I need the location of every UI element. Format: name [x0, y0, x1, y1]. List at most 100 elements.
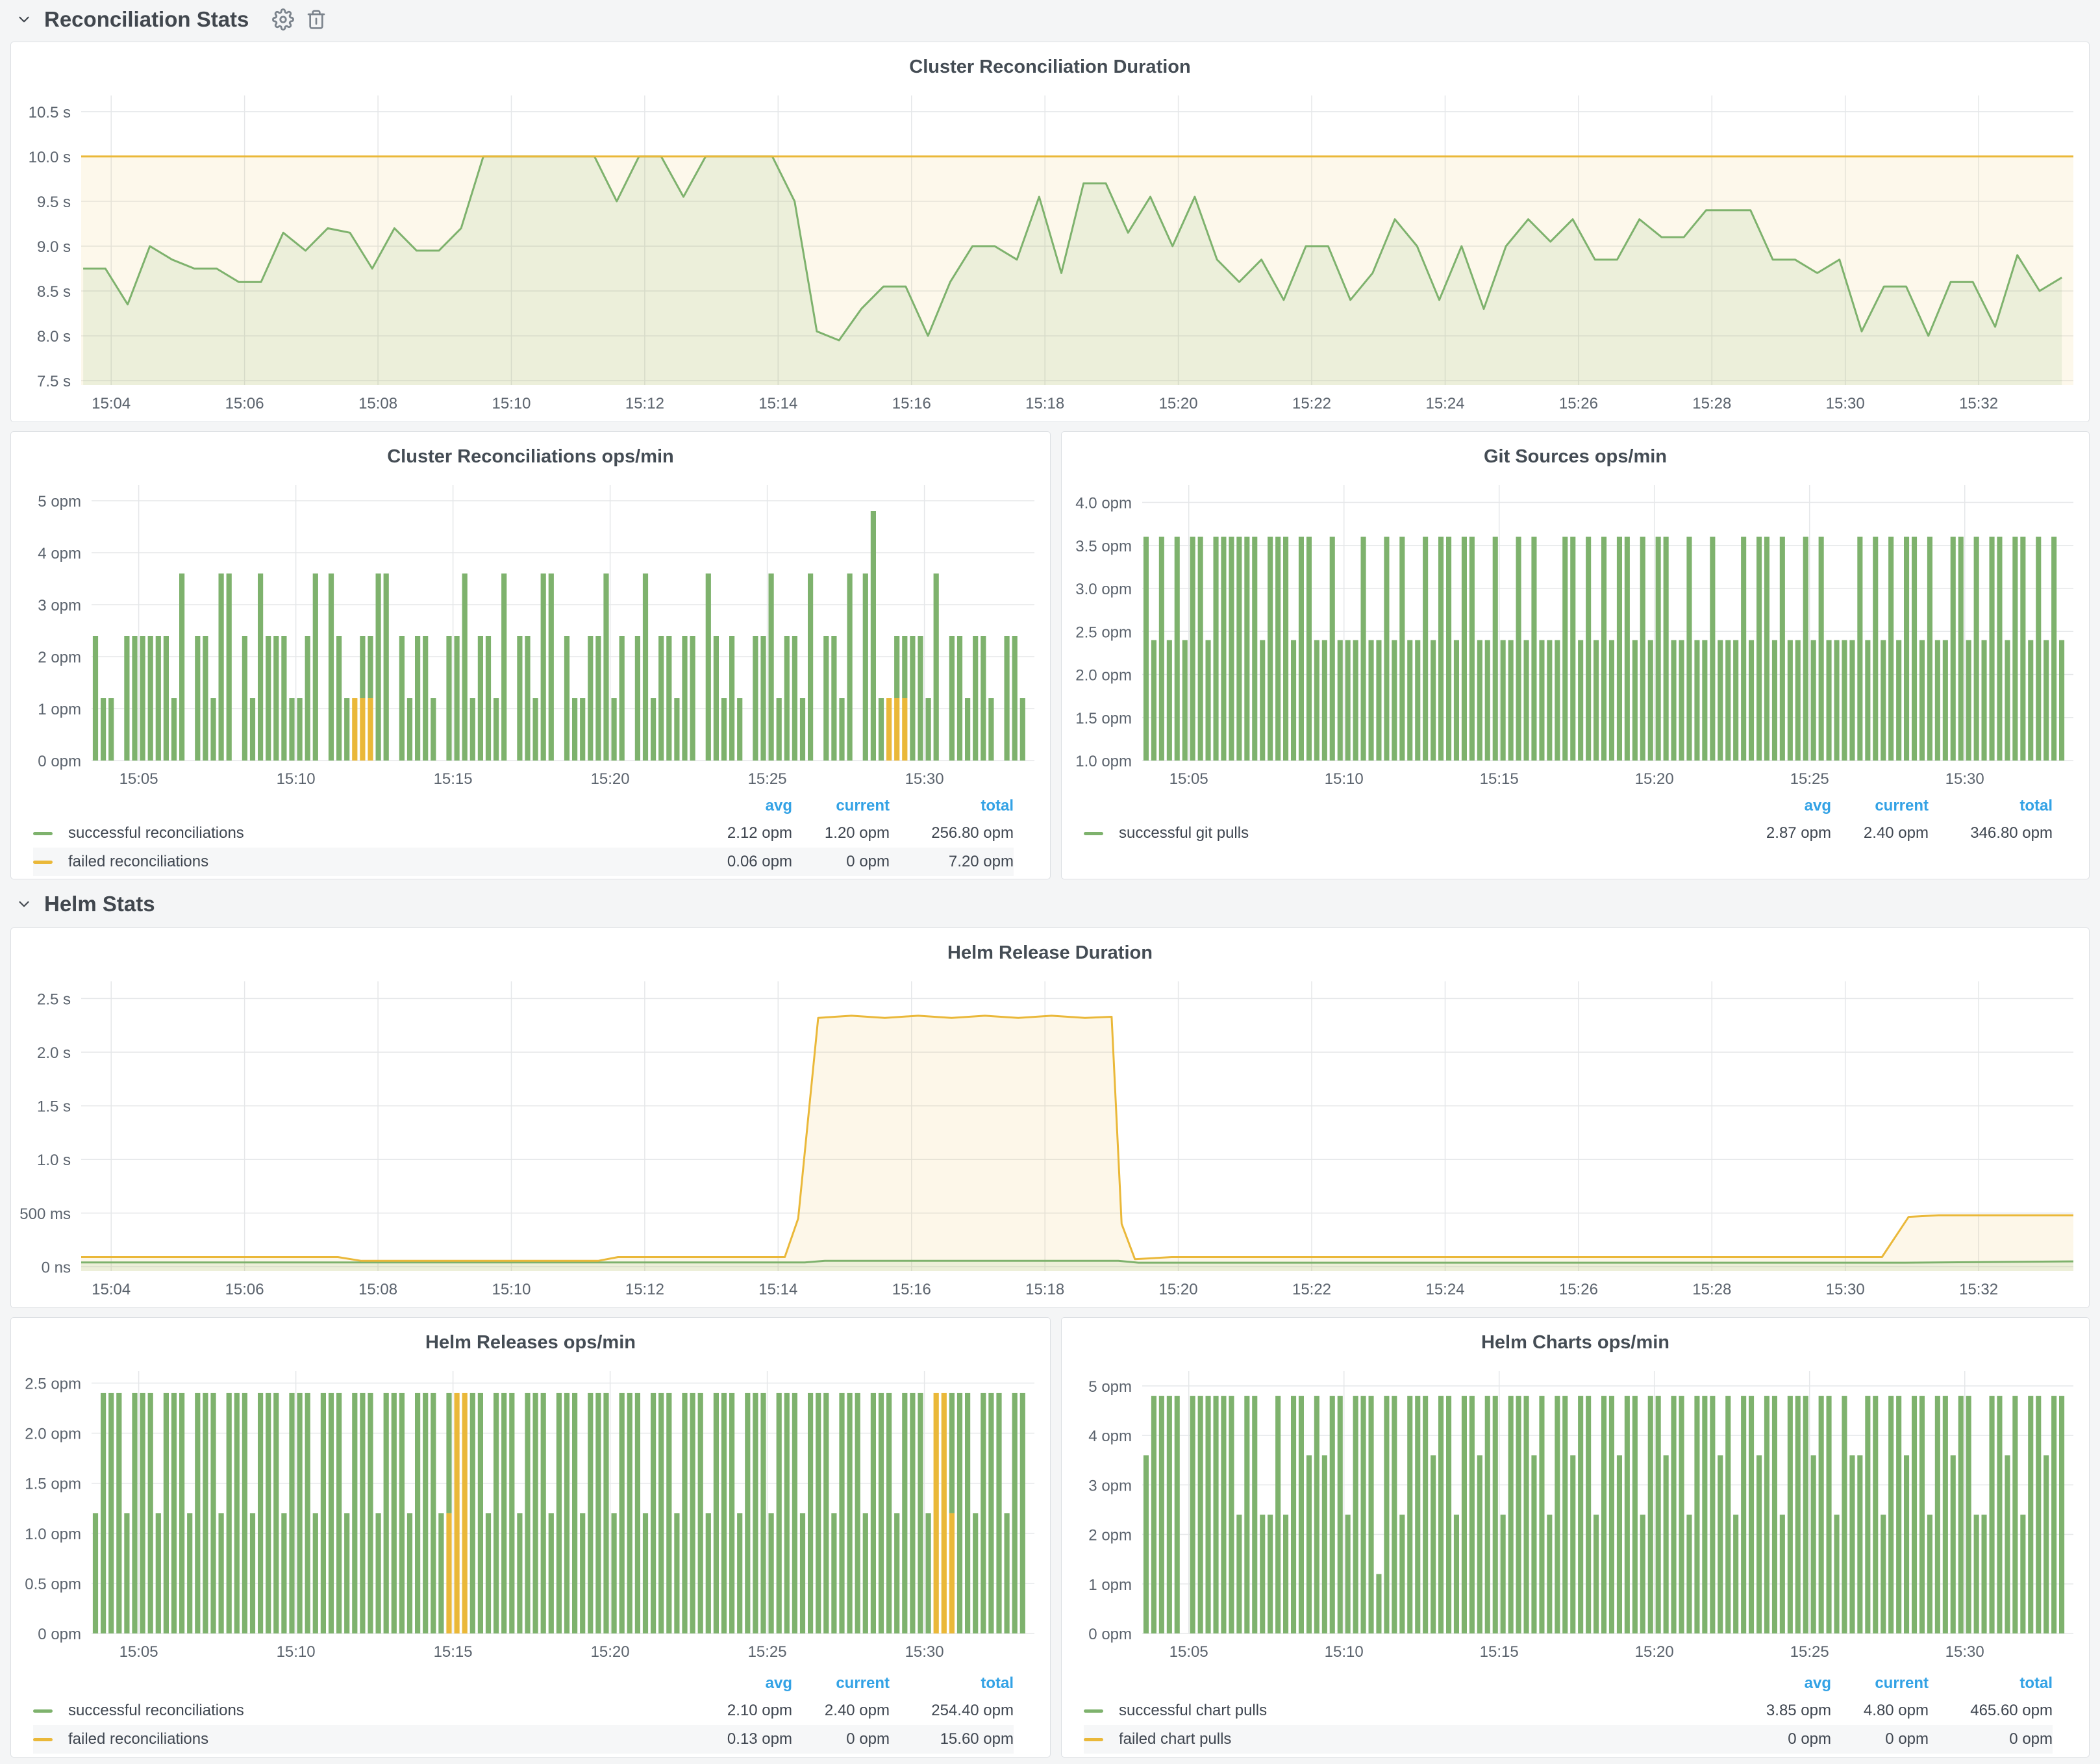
- svg-text:15:20: 15:20: [591, 770, 630, 788]
- helm-release-duration-chart[interactable]: 15:0415:0615:0815:1015:1215:1415:1615:18…: [14, 976, 2086, 1301]
- legend-value: 0 opm: [1831, 1730, 1929, 1748]
- legend-col-avg[interactable]: avg: [695, 1674, 792, 1693]
- panel-title[interactable]: Helm Release Duration: [11, 928, 2089, 970]
- cluster-reconciliations-chart[interactable]: 15:0515:1015:1515:2015:2515:305 opm4 opm…: [14, 480, 1047, 790]
- svg-text:8.0 s: 8.0 s: [37, 328, 71, 346]
- legend-value: 0 opm: [792, 853, 890, 871]
- legend-col-current[interactable]: current: [1831, 797, 1929, 815]
- section-title[interactable]: Helm Stats: [44, 892, 155, 916]
- svg-text:1.0 opm: 1.0 opm: [25, 1526, 81, 1543]
- svg-text:15:30: 15:30: [1945, 1643, 1984, 1661]
- svg-text:15:15: 15:15: [1480, 770, 1519, 788]
- legend-row: successful chart pulls3.85 opm4.80 opm46…: [1084, 1696, 2053, 1725]
- svg-text:4 opm: 4 opm: [38, 545, 81, 562]
- svg-text:15:05: 15:05: [119, 770, 158, 788]
- svg-text:15:10: 15:10: [492, 1281, 531, 1298]
- svg-text:15:05: 15:05: [1169, 1643, 1208, 1661]
- svg-text:7.5 s: 7.5 s: [37, 373, 71, 390]
- legend-series-label[interactable]: failed reconciliations: [33, 1730, 695, 1748]
- svg-text:1 opm: 1 opm: [38, 701, 81, 718]
- legend: avgcurrenttotal successful reconciliation…: [11, 1670, 1050, 1754]
- legend-series-label[interactable]: failed chart pulls: [1084, 1730, 1734, 1748]
- legend-series-label[interactable]: successful reconciliations: [33, 824, 695, 842]
- panel-git-sources-opm: Git Sources ops/min 15:0515:1015:1515:20…: [1061, 431, 2090, 879]
- svg-text:15:10: 15:10: [1325, 770, 1364, 788]
- legend-col-current[interactable]: current: [792, 797, 890, 815]
- svg-text:15:26: 15:26: [1559, 1281, 1598, 1298]
- svg-text:0 opm: 0 opm: [38, 753, 81, 770]
- helm-charts-chart[interactable]: 15:0515:1015:1515:2015:2515:305 opm4 opm…: [1064, 1366, 2086, 1663]
- section-header-reconciliation-stats[interactable]: Reconciliation Stats: [16, 3, 327, 36]
- legend-value: 0 opm: [792, 1730, 890, 1748]
- svg-text:1.5 opm: 1.5 opm: [25, 1476, 81, 1493]
- panel-title[interactable]: Helm Charts ops/min: [1062, 1318, 2089, 1359]
- svg-text:4 opm: 4 opm: [1088, 1428, 1132, 1445]
- panel-title[interactable]: Cluster Reconciliations ops/min: [11, 432, 1050, 473]
- svg-text:15:24: 15:24: [1425, 1281, 1464, 1298]
- svg-text:9.0 s: 9.0 s: [37, 238, 71, 256]
- legend-value: 2.10 opm: [695, 1702, 792, 1720]
- helm-releases-chart[interactable]: 15:0515:1015:1515:2015:2515:302.5 opm2.0…: [14, 1366, 1047, 1663]
- svg-text:15:25: 15:25: [1790, 1643, 1829, 1661]
- legend-value: 15.60 opm: [890, 1730, 1014, 1748]
- svg-text:3 opm: 3 opm: [1088, 1477, 1132, 1494]
- legend-series-label[interactable]: successful reconciliations: [33, 1702, 695, 1720]
- legend-col-avg[interactable]: avg: [1734, 797, 1831, 815]
- legend-value: 0.06 opm: [695, 853, 792, 871]
- chevron-down-icon[interactable]: [16, 896, 32, 913]
- legend-col-avg[interactable]: avg: [695, 797, 792, 815]
- legend-series-label[interactable]: successful chart pulls: [1084, 1702, 1734, 1720]
- legend-series-label[interactable]: failed reconciliations: [33, 853, 695, 871]
- svg-text:15:30: 15:30: [905, 770, 944, 788]
- panel-title[interactable]: Git Sources ops/min: [1062, 432, 2089, 473]
- svg-text:15:25: 15:25: [748, 770, 787, 788]
- svg-text:2.5 s: 2.5 s: [37, 990, 71, 1008]
- chevron-down-icon[interactable]: [16, 11, 32, 28]
- svg-text:15:32: 15:32: [1959, 395, 1998, 412]
- svg-text:2.5 opm: 2.5 opm: [1075, 624, 1132, 641]
- legend-value: 2.87 opm: [1734, 824, 1831, 842]
- svg-text:15:20: 15:20: [1635, 1643, 1674, 1661]
- legend-row: failed reconciliations0.06 opm0 opm7.20 …: [33, 848, 1014, 876]
- legend-header: avgcurrenttotal: [1084, 1670, 2053, 1696]
- svg-text:15:10: 15:10: [277, 1643, 316, 1661]
- svg-text:15:06: 15:06: [225, 395, 264, 412]
- section-header-helm-stats[interactable]: Helm Stats: [16, 887, 155, 921]
- legend-col-current[interactable]: current: [1831, 1674, 1929, 1693]
- legend: avgcurrenttotal successful git pulls2.87 …: [1062, 793, 2089, 848]
- svg-text:15:15: 15:15: [1480, 1643, 1519, 1661]
- legend-col-total[interactable]: total: [1929, 797, 2053, 815]
- svg-text:4.0 opm: 4.0 opm: [1075, 495, 1132, 512]
- panel-title[interactable]: Cluster Reconciliation Duration: [11, 42, 2089, 84]
- legend-col-total[interactable]: total: [890, 797, 1014, 815]
- svg-text:500 ms: 500 ms: [19, 1205, 71, 1223]
- series-color-dash: [1084, 1738, 1103, 1741]
- svg-text:15:14: 15:14: [758, 395, 797, 412]
- svg-text:15:20: 15:20: [1635, 770, 1674, 788]
- panel-title[interactable]: Helm Releases ops/min: [11, 1318, 1050, 1359]
- git-sources-chart[interactable]: 15:0515:1015:1515:2015:2515:304.0 opm3.5…: [1064, 480, 2086, 790]
- svg-text:9.5 s: 9.5 s: [37, 194, 71, 211]
- svg-text:1.0 s: 1.0 s: [37, 1152, 71, 1169]
- legend-series-label[interactable]: successful git pulls: [1084, 824, 1734, 842]
- cluster-reconciliation-duration-chart[interactable]: 15:0415:0615:0815:1015:1215:1415:1615:18…: [14, 90, 2086, 415]
- svg-text:1.5 opm: 1.5 opm: [1075, 710, 1132, 727]
- legend-value: 256.80 opm: [890, 824, 1014, 842]
- svg-text:1.0 opm: 1.0 opm: [1075, 753, 1132, 770]
- svg-text:15:25: 15:25: [1790, 770, 1829, 788]
- legend-col-avg[interactable]: avg: [1734, 1674, 1831, 1693]
- legend-col-total[interactable]: total: [890, 1674, 1014, 1693]
- legend-value: 465.60 opm: [1929, 1702, 2053, 1720]
- legend-value: 0.13 opm: [695, 1730, 792, 1748]
- gear-icon[interactable]: [272, 8, 294, 31]
- legend: avgcurrenttotal successful reconciliation…: [11, 793, 1050, 876]
- trash-icon[interactable]: [306, 9, 327, 30]
- legend-col-total[interactable]: total: [1929, 1674, 2053, 1693]
- svg-text:15:14: 15:14: [758, 1281, 797, 1298]
- legend-col-current[interactable]: current: [792, 1674, 890, 1693]
- section-title[interactable]: Reconciliation Stats: [44, 7, 249, 32]
- svg-text:3.5 opm: 3.5 opm: [1075, 538, 1132, 555]
- svg-text:15:30: 15:30: [1826, 395, 1865, 412]
- series-color-dash: [33, 1709, 53, 1713]
- svg-text:15:15: 15:15: [434, 1643, 473, 1661]
